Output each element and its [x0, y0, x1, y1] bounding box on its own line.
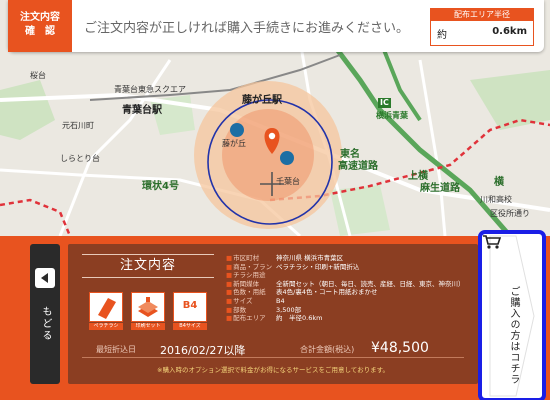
detail-value: 約 半径0.6km: [276, 314, 323, 323]
option-print-set: 印刷セット: [128, 292, 168, 330]
detail-key: チラシ用途: [226, 271, 276, 280]
order-summary: 注文内容 ペラチラシ 印刷セット B4 B4サイズ ■ 市区町村 神奈川県 横浜…: [68, 244, 478, 384]
option-b4: B4 B4サイズ: [170, 292, 210, 330]
detail-key: サイズ: [226, 297, 276, 306]
area-prefix: 約: [437, 30, 447, 41]
map-label-ic-name: 横浜青葉: [376, 111, 408, 120]
print-set-icon: [131, 292, 165, 322]
map-label-ic: IC: [378, 98, 391, 108]
order-confirm-badge: 注文内容 確 認: [8, 0, 72, 52]
detail-row: チラシ用途: [226, 271, 476, 280]
map-label-chiba: 千葉台: [276, 177, 300, 186]
map-label-ward: 区役所通り: [490, 209, 530, 218]
area-radius-value: 0.6km: [492, 26, 527, 37]
detail-row: サイズB4: [226, 297, 476, 306]
map-label-moto: 元石川町: [62, 121, 94, 130]
purchase-label: ご購入の方はコチラ: [508, 286, 519, 385]
detail-row: 配布エリア約 半径0.6km: [226, 314, 476, 323]
map-label-yoko: 横: [494, 177, 504, 188]
map-label-station2: 青葉台駅: [122, 105, 162, 116]
purchase-button[interactable]: ご購入の方はコチラ: [478, 230, 546, 400]
badge-line2: 確 認: [25, 25, 55, 37]
back-button[interactable]: もどる: [30, 244, 60, 384]
detail-key: 市区町村: [226, 254, 276, 263]
detail-value: ペラチラシ・印刷+新聞折込: [276, 262, 360, 271]
map-label-marker: 藤が丘: [222, 139, 246, 148]
map-label-tomei2: 高速道路: [338, 161, 378, 172]
detail-value: 神奈川県 横浜市青葉区: [276, 254, 344, 262]
badge-line1: 注文内容: [20, 12, 60, 23]
detail-value: 表4色/裏4色・コート用紙おまかせ: [276, 288, 378, 297]
option-caption: ペラチラシ: [89, 323, 123, 330]
divider: [82, 357, 464, 358]
detail-row: 部数3,500部: [226, 306, 476, 315]
min-date-label: 最短折込日: [96, 345, 136, 354]
detail-row: 市区町村神奈川県 横浜市青葉区: [226, 254, 476, 263]
order-title: 注文内容: [82, 254, 214, 278]
map-label-kamiyose2: 麻生道路: [420, 183, 460, 194]
min-date-value: 2016/02/27以降: [160, 344, 246, 357]
flyer-icon: [89, 292, 123, 322]
map-label-tomei: 東名: [340, 149, 360, 160]
total-label: 合計金額(税込): [300, 345, 355, 354]
area-radius-title: 配布エリア半径: [431, 9, 533, 21]
map-label-shira: しらとり台: [60, 154, 100, 163]
order-panel: もどる 注文内容 ペラチラシ 印刷セット B4 B4サイズ ■ 市区町村 神奈川…: [0, 230, 550, 400]
detail-value: 3,500部: [276, 305, 302, 314]
map-label-kamiyose: 上横: [408, 171, 428, 182]
detail-key: 商品・プラン: [226, 263, 276, 272]
map-label-sakura: 桜台: [30, 71, 46, 80]
b4-size-icon: B4: [173, 292, 207, 322]
confirmation-header: 注文内容 確 認 ご注文内容が正しければ購入手続きにお進みください。 配布エリア…: [8, 0, 544, 52]
area-radius-value-row: 約 0.6km: [431, 21, 533, 41]
map-label-station: 藤が丘駅: [242, 95, 282, 106]
option-caption: 印刷セット: [131, 323, 165, 330]
detail-row: 色数・用紙表4色/裏4色・コート用紙おまかせ: [226, 288, 476, 297]
detail-key: 配布エリア: [226, 314, 276, 323]
b4-size-text: B4: [182, 300, 198, 311]
purchase-button-inner: ご購入の方はコチラ: [482, 234, 542, 398]
detail-key: 色数・用紙: [226, 288, 276, 297]
map-label-kawa: 川和高校: [480, 195, 512, 204]
back-label: もどる: [40, 306, 51, 342]
cart-icon: [483, 235, 502, 249]
map-label-aoba-shop: 青葉台東急スクエア: [114, 85, 186, 94]
instruction-message: ご注文内容が正しければ購入手続きにお進みください。: [84, 21, 410, 36]
option-note: ※購入時のオプション選択で料金がお得になるサービスをご用意しております。: [157, 366, 389, 374]
detail-key: 部数: [226, 306, 276, 315]
detail-row: 商品・プランペラチラシ・印刷+新聞折込: [226, 263, 476, 272]
option-caption: B4サイズ: [173, 323, 207, 330]
order-details: 市区町村神奈川県 横浜市青葉区 商品・プランペラチラシ・印刷+新聞折込 チラシ用…: [226, 254, 476, 323]
map-label-route4: 環状4号: [142, 181, 179, 192]
date-total-row: 最短折込日 2016/02/27以降 合計金額(税込) ¥48,500: [68, 340, 478, 358]
left-arrow-icon: [35, 268, 55, 288]
distribution-radius-box: 配布エリア半径 約 0.6km: [430, 8, 534, 46]
option-flyer: ペラチラシ: [86, 292, 126, 330]
detail-value: B4: [276, 296, 285, 305]
total-price: ¥48,500: [371, 340, 429, 356]
